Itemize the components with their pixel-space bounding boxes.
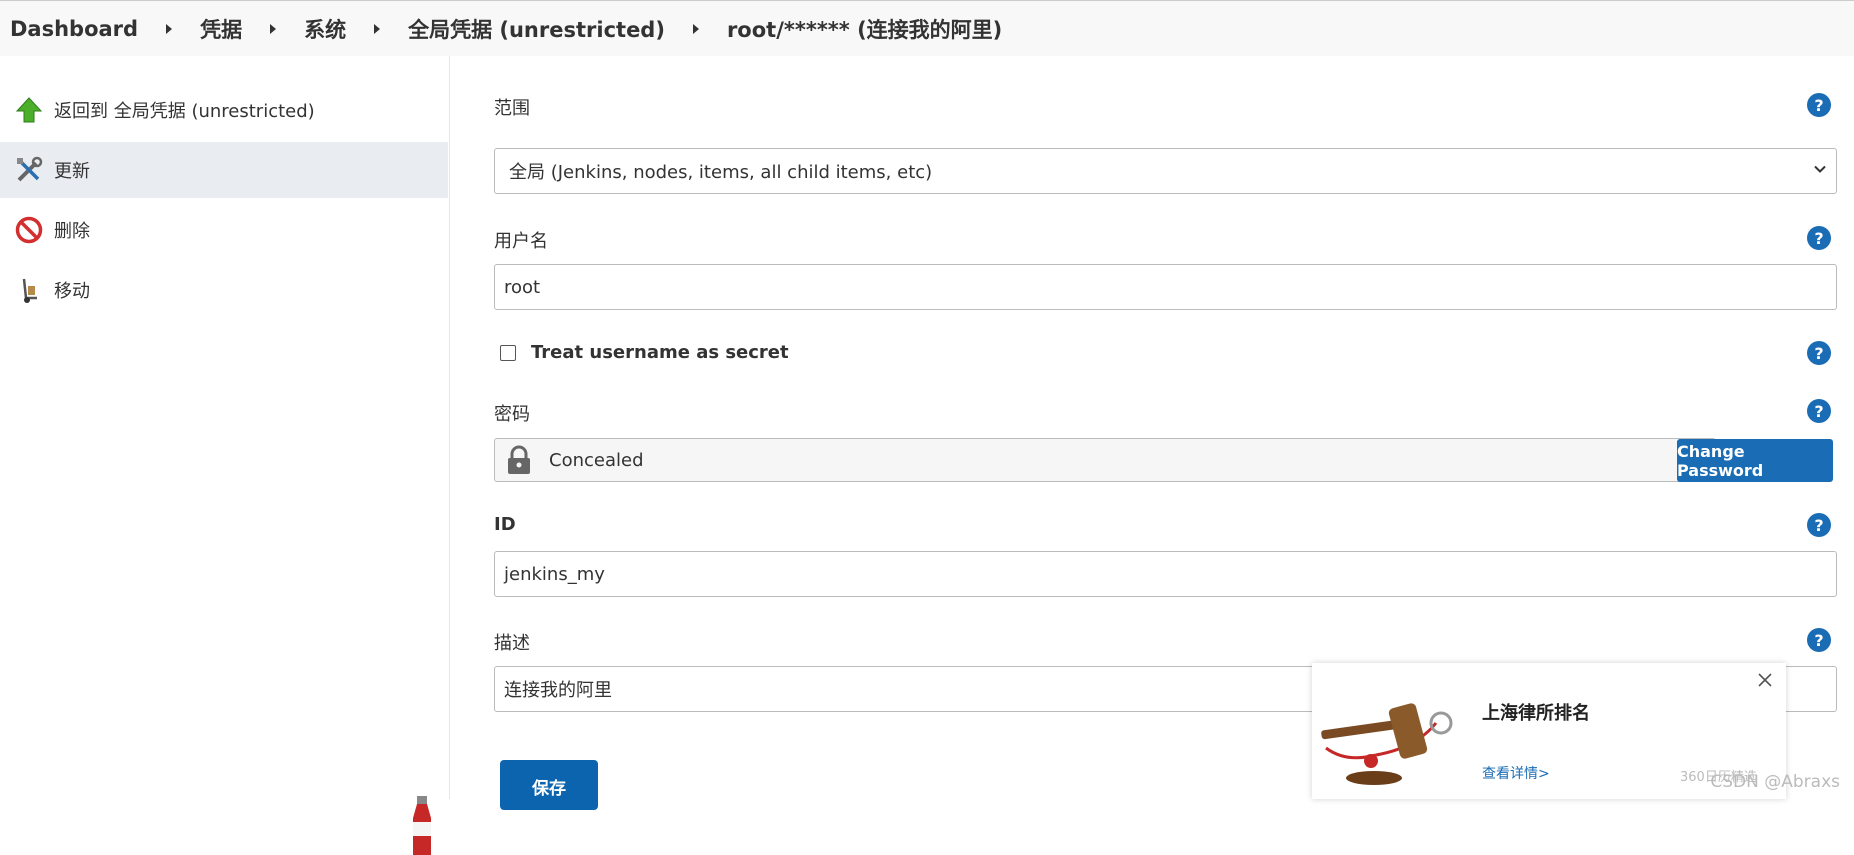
password-concealed-text: Concealed	[549, 449, 644, 471]
description-value: 连接我的阿里	[504, 680, 612, 701]
hand-truck-icon	[14, 275, 44, 305]
sidebar-item-label: 删除	[54, 221, 90, 242]
save-button[interactable]: 保存	[500, 760, 598, 810]
id-field[interactable]: jenkins_my	[494, 551, 1837, 597]
sidebar: 返回到 全局凭据 (unrestricted) 更新 删除 移动	[0, 56, 450, 855]
sidebar-item-delete[interactable]: 删除	[0, 202, 448, 258]
ad-details-link[interactable]: 查看详情>	[1482, 763, 1550, 783]
username-help-icon[interactable]: ?	[1807, 226, 1831, 250]
watermark: CSDN @Abraxs	[1710, 772, 1840, 792]
password-concealed-field: Concealed	[494, 438, 1716, 482]
scope-label: 范围	[494, 98, 530, 119]
change-password-button[interactable]: Change Password	[1677, 439, 1833, 482]
no-entry-icon	[14, 215, 44, 245]
breadcrumb-dashboard[interactable]: Dashboard	[10, 17, 138, 41]
sidebar-item-back[interactable]: 返回到 全局凭据 (unrestricted)	[0, 82, 448, 138]
id-value: jenkins_my	[504, 563, 605, 585]
gavel-stethoscope-image[interactable]	[1316, 693, 1466, 793]
username-label: 用户名	[494, 231, 548, 252]
password-label: 密码	[494, 404, 530, 425]
treat-username-secret-label[interactable]: Treat username as secret	[531, 342, 789, 363]
bottle-decoration-icon	[413, 796, 431, 855]
username-field[interactable]: root	[494, 264, 1837, 310]
scope-selected-value: 全局 (Jenkins, nodes, items, all child ite…	[509, 162, 933, 183]
id-help-icon[interactable]: ?	[1807, 513, 1831, 537]
id-label: ID	[494, 514, 516, 535]
close-icon[interactable]	[1756, 671, 1774, 689]
treat-secret-help-icon[interactable]: ?	[1807, 341, 1831, 365]
scope-help-icon[interactable]: ?	[1807, 93, 1831, 117]
sidebar-item-update[interactable]: 更新	[0, 142, 448, 198]
treat-username-secret-checkbox[interactable]	[500, 345, 516, 361]
up-arrow-icon	[14, 95, 44, 125]
ad-title[interactable]: 上海律所排名	[1482, 699, 1590, 725]
sidebar-item-label: 更新	[54, 161, 90, 182]
breadcrumb-separator-icon[interactable]	[270, 23, 277, 34]
breadcrumb-separator-icon[interactable]	[692, 23, 699, 34]
chevron-down-icon	[1814, 165, 1826, 173]
breadcrumb: Dashboard 凭据 系统 全局凭据 (unrestricted) root…	[0, 0, 1854, 56]
breadcrumb-current-credential[interactable]: root/****** (连接我的阿里)	[727, 14, 1002, 44]
tools-icon	[14, 155, 44, 185]
password-help-icon[interactable]: ?	[1807, 399, 1831, 423]
breadcrumb-separator-icon[interactable]	[166, 23, 173, 34]
sidebar-item-move[interactable]: 移动	[0, 262, 448, 318]
breadcrumb-credentials[interactable]: 凭据	[200, 14, 242, 44]
username-value: root	[504, 276, 541, 298]
sidebar-item-label: 返回到 全局凭据 (unrestricted)	[54, 101, 315, 122]
description-label: 描述	[494, 633, 530, 654]
sidebar-item-label: 移动	[54, 281, 90, 302]
description-help-icon[interactable]: ?	[1807, 628, 1831, 652]
lock-icon	[508, 445, 530, 474]
scope-select[interactable]: 全局 (Jenkins, nodes, items, all child ite…	[494, 148, 1837, 194]
breadcrumb-system[interactable]: 系统	[304, 14, 346, 44]
breadcrumb-global-credentials[interactable]: 全局凭据 (unrestricted)	[408, 14, 665, 44]
breadcrumb-separator-icon[interactable]	[374, 23, 381, 34]
